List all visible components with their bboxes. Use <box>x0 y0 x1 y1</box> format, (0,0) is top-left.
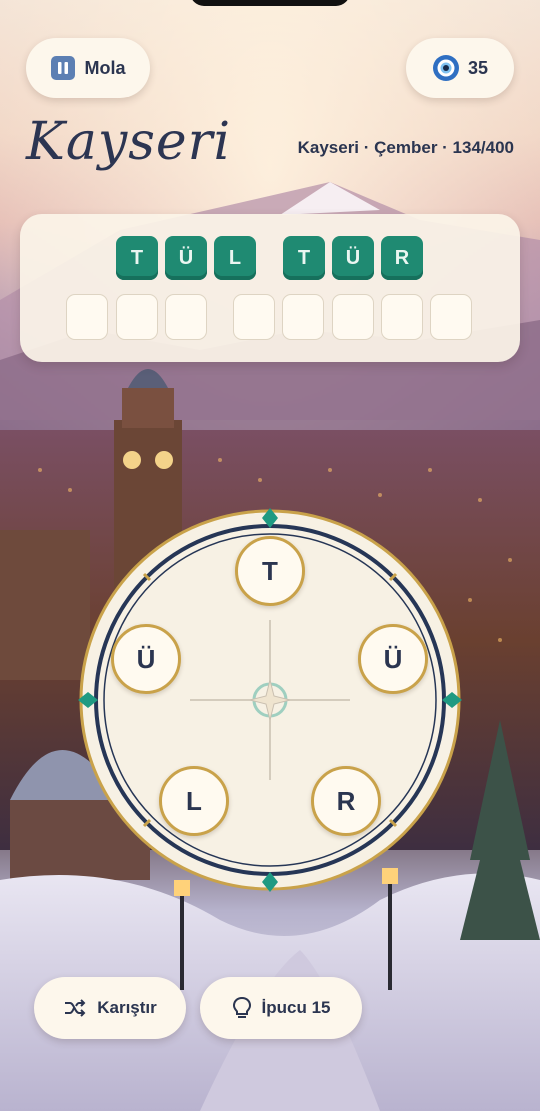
solved-letter-tile: R <box>381 236 423 280</box>
pause-button[interactable]: Mola <box>26 38 150 98</box>
wheel-letter[interactable]: Ü <box>111 624 181 694</box>
empty-letter-slot <box>165 294 207 340</box>
solved-letter-tile: T <box>283 236 325 280</box>
evil-eye-coin-icon <box>432 55 459 81</box>
lightbulb-icon <box>232 996 251 1018</box>
empty-letter-slot <box>282 294 324 340</box>
wheel-letter[interactable]: Ü <box>358 624 428 694</box>
empty-letter-slot <box>233 294 275 340</box>
hint-label: İpucu 15 <box>261 998 331 1017</box>
pause-label: Mola <box>84 57 126 78</box>
shuffle-label: Karıştır <box>97 998 157 1017</box>
solved-letter-tile: Ü <box>165 236 207 280</box>
empty-letter-slot <box>116 294 158 340</box>
empty-letter-slot <box>66 294 108 340</box>
hint-button[interactable]: İpucu 15 <box>200 977 362 1039</box>
empty-letter-slot <box>381 294 423 340</box>
shuffle-icon <box>65 999 86 1017</box>
pause-icon <box>51 56 76 80</box>
device-notch <box>190 0 350 6</box>
word-board: T Ü L T Ü R <box>20 214 520 362</box>
wheel-letter[interactable]: T <box>235 536 305 606</box>
solved-letter-tile: T <box>116 236 158 280</box>
coin-counter[interactable]: 35 <box>406 38 514 98</box>
solved-letter-tile: Ü <box>332 236 374 280</box>
letter-wheel[interactable]: T Ü R L Ü <box>78 508 462 892</box>
city-title: Kayseri <box>26 112 232 172</box>
wheel-letter[interactable]: R <box>311 766 381 836</box>
level-info: Kayseri · Çember · 134/400 <box>297 138 514 157</box>
solved-letter-tile: L <box>214 236 256 280</box>
empty-letter-slot <box>332 294 374 340</box>
coin-count: 35 <box>467 57 489 78</box>
shuffle-button[interactable]: Karıştır <box>34 977 186 1039</box>
wheel-letter[interactable]: L <box>159 766 229 836</box>
empty-letter-slot <box>430 294 472 340</box>
